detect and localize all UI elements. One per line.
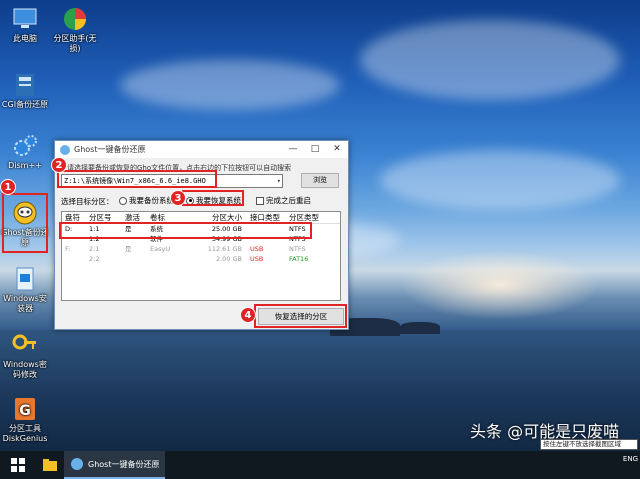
desktop-icon-cgi[interactable]: CGI备份还原 [0,72,50,110]
desktop-icon-this-pc[interactable]: 此电脑 [0,6,50,44]
table-row[interactable]: F: 2:1 是 EasyU 112.61 GB USB NTFS [62,244,340,254]
desktop-icon-label: Windows密码修改 [3,360,47,379]
cell-part: 2:2 [86,254,122,264]
step-badge-4: 4 [240,307,256,323]
desktop-icon-label: 分区助手(无损) [53,34,96,53]
maximize-button[interactable]: □ [304,141,326,158]
cell-active: 是 [122,244,147,254]
window-titlebar[interactable]: Ghost一键备份还原 — □ ✕ [55,141,348,158]
radio-backup-system[interactable]: 我要备份系统 [119,195,174,206]
browse-button[interactable]: 浏览 [301,173,339,188]
cell-size: 112.61 GB [191,244,246,254]
cell-part: 2:1 [86,244,122,254]
desktop-icon-label: 分区工具DiskGenius [3,424,48,443]
highlight-restore-radio [182,190,244,206]
windows-logo-icon [11,458,25,472]
ghost-app-icon [59,144,71,156]
step-badge-1: 1 [0,179,16,195]
desktop-icon-label: Windows安装器 [3,294,47,313]
folder-icon [42,458,58,472]
chevron-down-icon[interactable]: ▾ [277,175,281,187]
desktop-icon-password[interactable]: Windows密码修改 [0,332,50,380]
checkbox-icon [256,197,264,205]
cell-label: EasyU [147,244,191,254]
desktop-icon-partition-assistant[interactable]: 分区助手(无损) [50,6,100,54]
checkbox-reboot[interactable]: 完成之后重启 [256,195,311,206]
computer-icon [11,6,39,32]
cell-drive [62,254,86,264]
radio-icon [119,197,127,205]
start-button[interactable] [0,451,36,479]
highlight-restore-button [254,304,347,328]
svg-text:G: G [19,403,31,419]
cell-type: FAT16 [286,254,336,264]
checkbox-reboot-label: 完成之后重启 [266,195,311,206]
cell-drive: F: [62,244,86,254]
cell-active [122,254,147,264]
cgi-icon [11,72,39,98]
window-title: Ghost一键备份还原 [74,144,282,155]
highlight-path [57,170,217,188]
diskgenius-icon: G [11,396,39,422]
step-badge-2: 2 [51,157,67,173]
installer-icon [11,266,39,292]
partition-assistant-icon [61,6,89,32]
radio-backup-label: 我要备份系统 [129,195,174,206]
ghost-app-icon [70,457,84,471]
cell-size: 2.00 GB [191,254,246,264]
highlight-row [59,222,312,239]
taskbar: Ghost一键备份还原 [0,451,640,479]
cell-iface: USB [246,254,286,264]
screenshot-tooltip: 按住左键不放选择截图区域 [540,439,638,450]
desktop-icon-label: 此电脑 [13,34,37,43]
minimize-button[interactable]: — [282,141,304,158]
taskbar-app-label: Ghost一键备份还原 [88,459,159,470]
desktop-icon-label: CGI备份还原 [2,100,48,109]
cell-type: NTFS [286,244,336,254]
ghost-icon-highlight [2,193,48,253]
desktop-icon-windows-installer[interactable]: Windows安装器 [0,266,50,314]
gear-icon [11,133,39,159]
desktop-icon-label: Dism++ [8,161,42,170]
key-icon [11,332,39,358]
table-row[interactable]: 2:2 2.00 GB USB FAT16 [62,254,340,264]
close-button[interactable]: ✕ [326,141,348,158]
taskbar-explorer[interactable] [36,451,64,479]
taskbar-ghost-app[interactable]: Ghost一键备份还原 [64,451,165,479]
desktop-icon-diskgenius[interactable]: G 分区工具DiskGenius [0,396,50,444]
step-badge-3: 3 [170,190,186,206]
cell-label [147,254,191,264]
desktop-icon-dism[interactable]: Dism++ [0,133,50,171]
tray-language[interactable]: ENG [623,455,638,463]
cell-iface: USB [246,244,286,254]
target-partition-label: 选择目标分区： [61,196,114,207]
